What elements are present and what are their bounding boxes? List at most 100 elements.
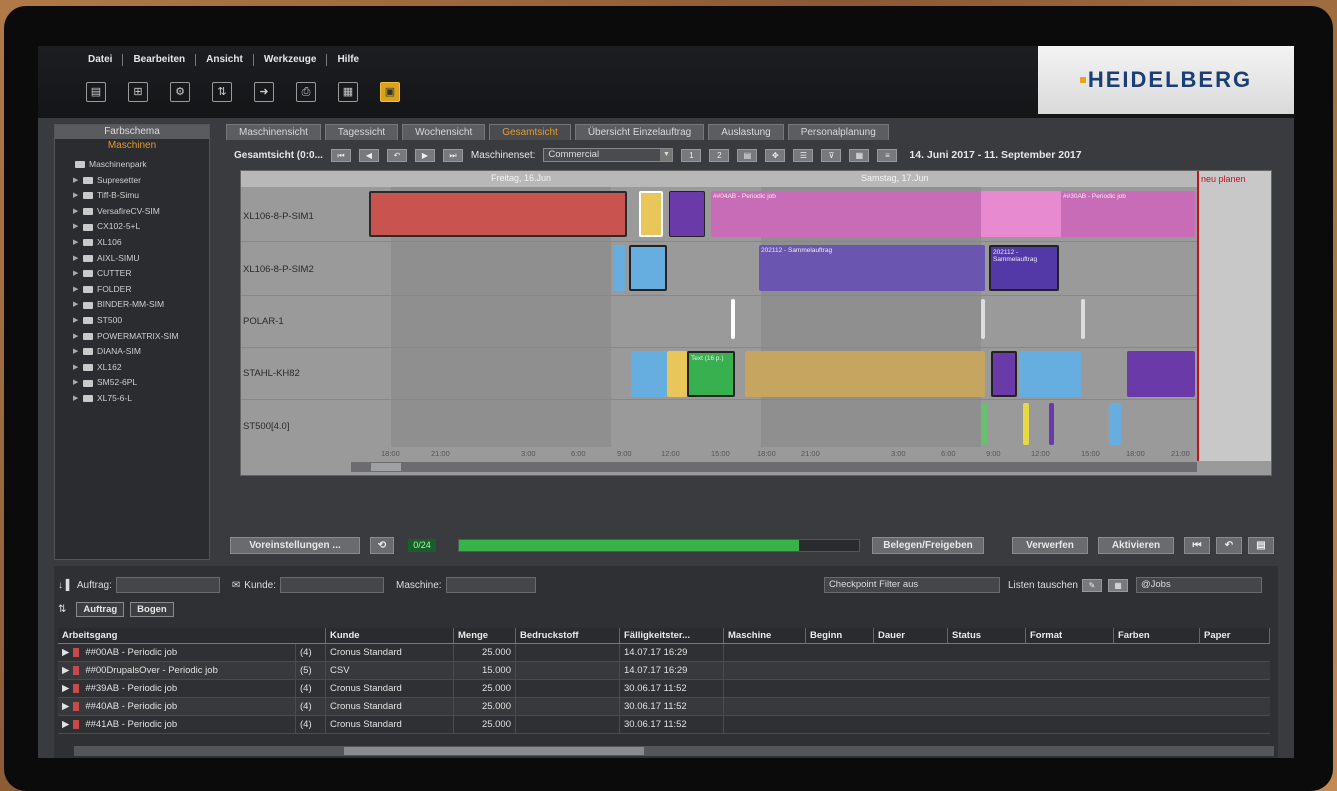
transfer-icon[interactable]: ⇅ <box>212 82 232 102</box>
table-scrollbar[interactable] <box>74 746 1274 756</box>
zoom-2-icon[interactable]: 2 <box>709 148 730 162</box>
list-icon[interactable]: ☰ <box>793 148 814 162</box>
job-bar[interactable] <box>629 245 667 291</box>
column-header[interactable]: Fälligkeitster... <box>620 628 724 643</box>
discard-button[interactable]: Verwerfen <box>1012 537 1088 554</box>
tree-item[interactable]: ▶ CUTTER <box>73 266 209 282</box>
report-icon[interactable]: ▦ <box>338 82 358 102</box>
last-page-icon[interactable]: ⏭ <box>442 148 463 162</box>
table-row[interactable]: ▶ ##00DrupalsOver - Periodic job (5) CSV … <box>58 662 1270 680</box>
expand-icon[interactable]: ▶ <box>73 360 81 376</box>
settings-button[interactable]: Voreinstellungen ... <box>230 537 360 554</box>
job-bar[interactable] <box>1081 299 1085 339</box>
menu-werkzeuge[interactable]: Werkzeuge <box>254 54 328 66</box>
skip-icon[interactable]: ⏮ <box>1184 537 1210 554</box>
release-button[interactable]: Belegen/Freigeben <box>872 537 984 554</box>
tree-item[interactable]: ▶ SM52-6PL <box>73 375 209 391</box>
expand-icon[interactable]: ▶ <box>73 173 81 189</box>
tree-item[interactable]: ▶ ST500 <box>73 313 209 329</box>
column-header[interactable]: Status <box>948 628 1026 643</box>
table-row[interactable]: ▶ ##39AB - Periodic job (4) Cronus Standa… <box>58 680 1270 698</box>
column-header[interactable]: Format <box>1026 628 1114 643</box>
refresh-icon[interactable]: ⟲ <box>370 537 394 554</box>
tab-einzelauftrag[interactable]: Übersicht Einzelauftrag <box>574 124 705 140</box>
grid-icon[interactable]: ▦ <box>849 148 870 162</box>
expand-icon[interactable]: ▶ <box>73 391 81 407</box>
scrollbar-thumb[interactable] <box>344 747 644 755</box>
tab-wochensicht[interactable]: Wochensicht <box>402 124 486 140</box>
job-bar[interactable] <box>981 403 987 445</box>
tree-item[interactable]: ▶ XL75-6-L <box>73 391 209 407</box>
tree-item[interactable]: ▶ AIXL-SIMU <box>73 251 209 267</box>
tree-item[interactable]: ▶ BINDER-MM-SIM <box>73 297 209 313</box>
tree-item[interactable]: ▶ DIANA-SIM <box>73 344 209 360</box>
job-bar[interactable] <box>639 191 663 237</box>
activate-button[interactable]: Aktivieren <box>1098 537 1174 554</box>
settings-icon[interactable]: ⚙ <box>170 82 190 102</box>
tab-tagessicht[interactable]: Tagessicht <box>324 124 399 140</box>
tree-item[interactable]: ▶ XL106 <box>73 235 209 251</box>
column-header[interactable]: Maschine <box>724 628 806 643</box>
machineset-select[interactable]: Commercial ▼ <box>543 148 674 162</box>
table-row[interactable]: ▶ ##40AB - Periodic job (4) Cronus Standa… <box>58 698 1270 716</box>
expand-icon[interactable]: ▶ <box>73 282 81 298</box>
tree-item[interactable]: ▶ Supresetter <box>73 173 209 189</box>
expand-icon[interactable]: ▶ <box>62 665 69 676</box>
tab-maschinensicht[interactable]: Maschinensicht <box>226 124 321 140</box>
customer-input[interactable] <box>280 577 384 593</box>
expand-icon[interactable]: ▶ <box>73 219 81 235</box>
checkpoint-select[interactable]: Checkpoint Filter aus <box>823 577 1000 593</box>
rows-icon[interactable]: ≡ <box>877 148 898 162</box>
expand-icon[interactable]: ▶ <box>73 297 81 313</box>
column-header[interactable]: Menge <box>454 628 516 643</box>
job-bar[interactable] <box>991 351 1017 397</box>
menu-bearbeiten[interactable]: Bearbeiten <box>123 54 197 66</box>
tree-item[interactable]: ▶ FOLDER <box>73 282 209 298</box>
job-bar[interactable]: ##30AB - Periodic job <box>1061 191 1195 237</box>
column-header[interactable]: Dauer <box>874 628 948 643</box>
job-bar[interactable]: Text (16 p.) <box>687 351 735 397</box>
job-bar[interactable] <box>981 299 985 339</box>
job-bar[interactable] <box>1127 351 1195 397</box>
export-icon[interactable]: ➜ <box>254 82 274 102</box>
job-bar[interactable] <box>1019 351 1081 397</box>
expand-icon[interactable]: ▶ <box>73 235 81 251</box>
job-bar[interactable] <box>631 351 667 397</box>
filter-icon[interactable]: ⊽ <box>821 148 842 162</box>
job-bar[interactable] <box>731 299 735 339</box>
zoom-1-icon[interactable]: 1 <box>681 148 702 162</box>
expand-icon[interactable]: ▶ <box>62 719 69 730</box>
expand-icon[interactable]: ▶ <box>73 344 81 360</box>
job-bar[interactable]: 202112 - Sammelauftrag <box>989 245 1059 291</box>
page-icon[interactable]: ▤ <box>737 148 758 162</box>
menu-ansicht[interactable]: Ansicht <box>196 54 254 66</box>
previous-icon[interactable]: ◀ <box>358 148 379 162</box>
job-bar[interactable] <box>667 351 687 397</box>
panel-title[interactable]: Farbschema <box>55 125 209 139</box>
column-header[interactable]: Beginn <box>806 628 874 643</box>
tab-auslastung[interactable]: Auslastung <box>708 124 784 140</box>
scrollbar-thumb[interactable] <box>371 463 401 471</box>
tree-root[interactable]: Maschinenpark <box>73 157 209 173</box>
gantt-scrollbar[interactable] <box>351 462 1197 472</box>
expand-icon[interactable]: ▶ <box>73 188 81 204</box>
sort-sheet-chip[interactable]: Bogen <box>130 602 174 617</box>
print-icon[interactable]: ⎙ <box>296 82 316 102</box>
job-bar[interactable]: 202112 - Sammelauftrag <box>759 245 985 291</box>
job-bar[interactable] <box>369 191 627 237</box>
tree-item[interactable]: ▶ POWERMATRIX-SIM <box>73 329 209 345</box>
expand-icon[interactable]: ▶ <box>62 647 69 658</box>
tree-item[interactable]: ▶ Tiff-B-Simu <box>73 188 209 204</box>
expand-icon[interactable]: ▶ <box>73 266 81 282</box>
tree-item[interactable]: ▶ CX102-5+L <box>73 219 209 235</box>
job-bar[interactable] <box>745 351 985 397</box>
plan-icon[interactable]: ▣ <box>380 82 400 102</box>
first-page-icon[interactable]: ⏮ <box>330 148 351 162</box>
job-bar[interactable] <box>1023 403 1029 445</box>
machines-icon[interactable]: ⊞ <box>128 82 148 102</box>
job-bar[interactable] <box>1109 403 1121 445</box>
move-icon[interactable]: ✥ <box>765 148 786 162</box>
column-header[interactable]: Paper <box>1200 628 1270 643</box>
job-bar[interactable] <box>613 245 625 291</box>
job-bar[interactable] <box>669 191 705 237</box>
